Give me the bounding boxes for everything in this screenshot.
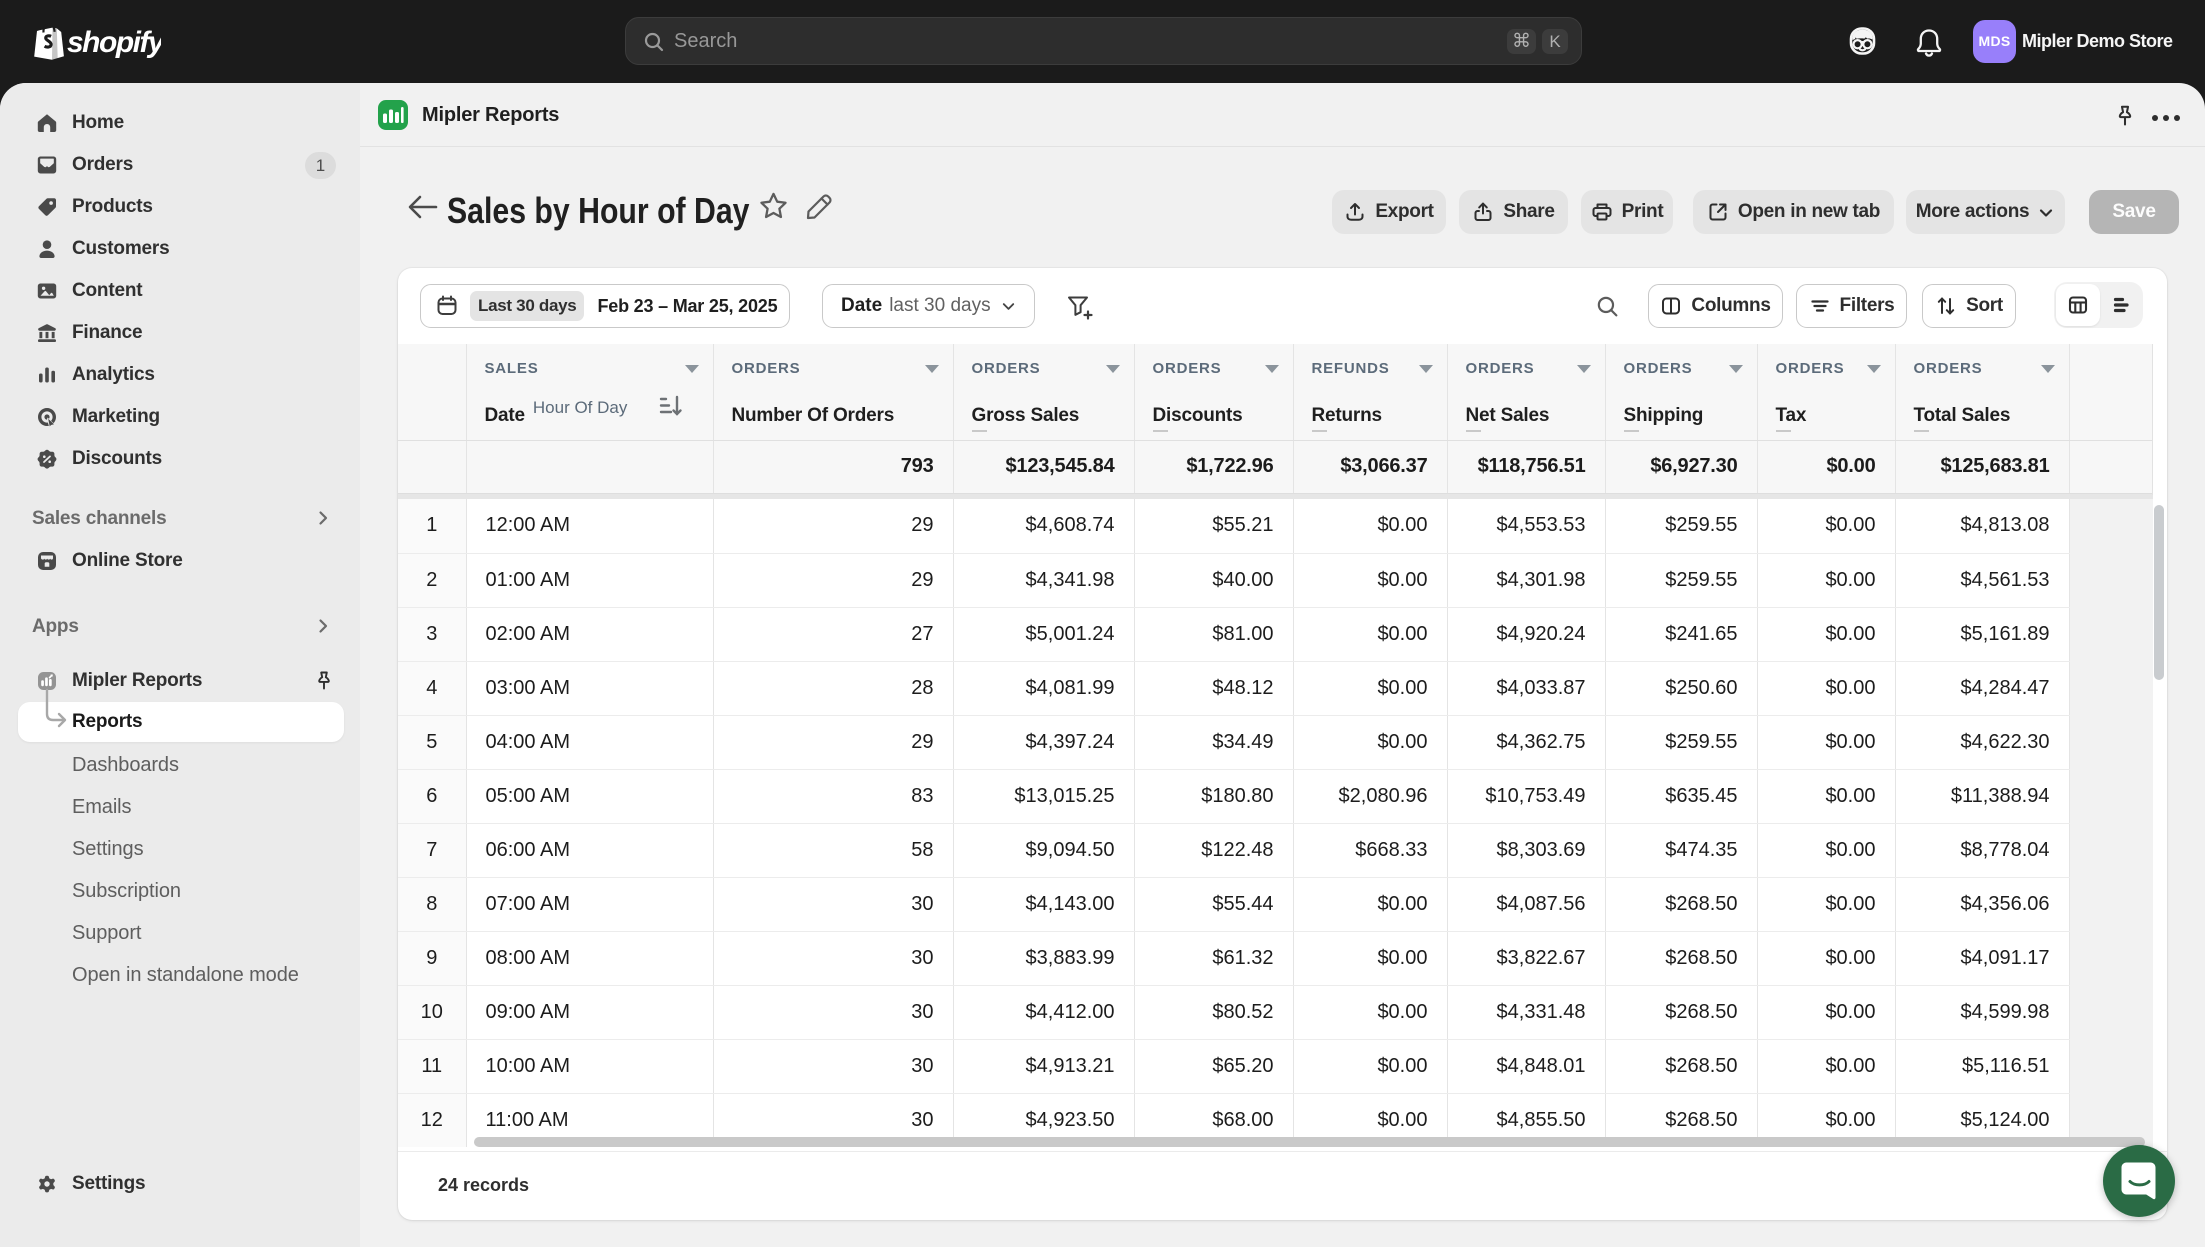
svg-text:shopify: shopify [67,26,161,59]
